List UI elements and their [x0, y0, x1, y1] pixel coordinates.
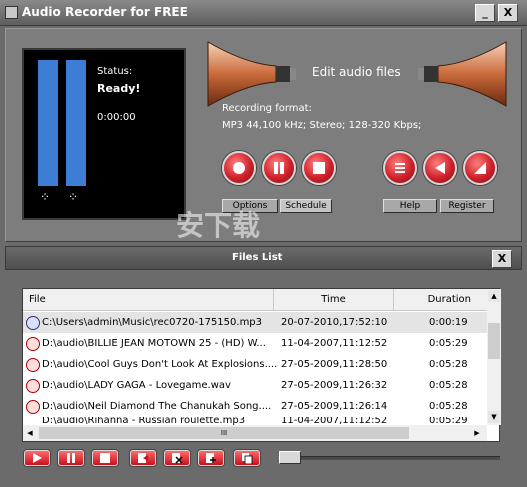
volume-up-button[interactable] — [463, 151, 497, 185]
scroll-right-icon[interactable]: ▶ — [471, 427, 483, 439]
audio-file-icon — [26, 358, 40, 372]
horn-left-icon — [207, 41, 296, 107]
recording-format-value: MP3 44,100 kHz; Stereo; 128-320 Kbps; — [222, 120, 422, 131]
status-value: Ready! — [97, 82, 141, 95]
edit-file-icon — [138, 453, 148, 463]
level-meter-right — [66, 60, 86, 186]
pause-icon — [67, 453, 75, 463]
horizontal-scroll-thumb[interactable]: III — [39, 427, 409, 439]
delete-file-button[interactable] — [164, 450, 190, 466]
pause-button[interactable] — [262, 151, 296, 185]
playback-slider-thumb[interactable] — [279, 451, 301, 464]
status-label: Status: — [97, 66, 133, 77]
cell-file: D:\audio\Cool Guys Don't Look At Explosi… — [42, 359, 278, 370]
close-button[interactable]: X — [498, 4, 518, 22]
files-list-close-button[interactable]: X — [492, 250, 512, 268]
table-row[interactable]: C:\Users\admin\Music\rec0720-175150.mp3 … — [23, 312, 487, 333]
audio-file-icon — [26, 337, 40, 351]
stop-icon — [100, 453, 110, 463]
cell-time: 11-04-2007,11:12:52 — [281, 338, 388, 349]
recording-format-title: Recording format: — [222, 103, 312, 114]
audio-file-icon — [26, 379, 40, 393]
column-header-file[interactable]: File — [23, 289, 273, 311]
horn-right-icon — [418, 41, 507, 107]
minimize-button[interactable]: _ — [475, 4, 495, 22]
add-file-button[interactable] — [198, 450, 224, 466]
player-pause-button[interactable] — [58, 450, 84, 466]
vertical-scrollbar[interactable]: ▲ ▼ — [487, 289, 501, 425]
pause-icon — [274, 162, 284, 174]
files-table: File Time Duration C:\Users\admin\Music\… — [22, 288, 501, 442]
scroll-up-icon[interactable]: ▲ — [488, 290, 500, 302]
volume-ramp-icon — [474, 162, 486, 174]
level-meter-left — [38, 60, 58, 186]
window-title: Audio Recorder for FREE — [22, 5, 188, 19]
scroll-left-icon[interactable]: ◀ — [24, 427, 36, 439]
play-button[interactable] — [24, 450, 50, 466]
cell-file: D:\audio\Neil Diamond The Chanukah Song.… — [42, 401, 272, 412]
play-icon — [33, 453, 42, 463]
volume-down-button[interactable] — [423, 151, 457, 185]
cell-time: 27-05-2009,11:26:32 — [281, 380, 388, 391]
channel-right-icon: ⁘ — [68, 190, 79, 204]
help-button[interactable]: Help — [383, 199, 437, 213]
cell-duration: 0:05:28 — [429, 380, 468, 391]
cell-file: D:\audio\LADY GAGA - Lovegame.wav — [42, 380, 231, 391]
table-row[interactable]: D:\audio\BILLIE JEAN MOTOWN 25 - (HD) W.… — [23, 333, 487, 354]
cell-duration: 0:05:29 — [429, 417, 468, 425]
copy-file-button[interactable] — [234, 450, 260, 466]
cell-file: C:\Users\admin\Music\rec0720-175150.mp3 — [42, 317, 263, 328]
audio-file-icon — [26, 400, 40, 414]
cell-duration: 0:05:28 — [429, 359, 468, 370]
column-header-time[interactable]: Time — [273, 289, 393, 311]
cell-duration: 0:05:29 — [429, 338, 468, 349]
table-row[interactable]: D:\audio\LADY GAGA - Lovegame.wav 27-05-… — [23, 375, 487, 396]
arrow-left-icon — [435, 162, 445, 174]
list-icon — [395, 163, 405, 173]
delete-file-icon — [172, 453, 183, 464]
table-row[interactable]: D:\audio\Cool Guys Don't Look At Explosi… — [23, 354, 487, 375]
cell-time: 27-05-2009,11:26:14 — [281, 401, 388, 412]
cell-time: 27-05-2009,11:28:50 — [281, 359, 388, 370]
stop-icon — [313, 162, 325, 174]
cell-time: 20-07-2010,17:52:10 — [281, 317, 388, 328]
cell-file: D:\audio\Rihanna - Russian roulette.mp3 — [42, 417, 246, 425]
horizontal-scrollbar[interactable]: ◀ III ▶ — [23, 425, 487, 441]
scroll-down-icon[interactable]: ▼ — [488, 411, 500, 423]
register-button[interactable]: Register — [440, 199, 494, 213]
app-icon — [5, 6, 18, 19]
timer: 0:00:00 — [97, 112, 136, 123]
vertical-scroll-thumb[interactable] — [488, 323, 500, 359]
record-button[interactable] — [222, 151, 256, 185]
schedule-button[interactable]: Schedule — [280, 199, 332, 213]
edit-audio-label[interactable]: Edit audio files — [312, 65, 401, 79]
cell-time: 11-04-2007,11:12:52 — [281, 417, 388, 425]
edit-file-button[interactable] — [130, 450, 156, 466]
player-stop-button[interactable] — [92, 450, 118, 466]
files-list-title: Files List — [232, 252, 283, 263]
cell-duration: 0:00:19 — [429, 317, 468, 328]
column-header-duration[interactable]: Duration — [393, 289, 487, 311]
playback-slider-track[interactable] — [279, 456, 500, 460]
add-file-icon — [206, 453, 216, 463]
channel-left-icon: ⁘ — [40, 190, 51, 204]
stop-button[interactable] — [302, 151, 336, 185]
watermark: 安下载 — [176, 209, 261, 242]
cell-file: D:\audio\BILLIE JEAN MOTOWN 25 - (HD) W.… — [42, 338, 266, 349]
cell-duration: 0:05:28 — [429, 401, 468, 412]
record-icon — [233, 162, 245, 174]
table-row[interactable]: D:\audio\Rihanna - Russian roulette.mp3 … — [23, 417, 487, 425]
copy-file-icon — [242, 453, 253, 464]
menu-button[interactable] — [383, 151, 417, 185]
table-row[interactable]: D:\audio\Neil Diamond The Chanukah Song.… — [23, 396, 487, 417]
audio-file-icon — [26, 316, 40, 330]
